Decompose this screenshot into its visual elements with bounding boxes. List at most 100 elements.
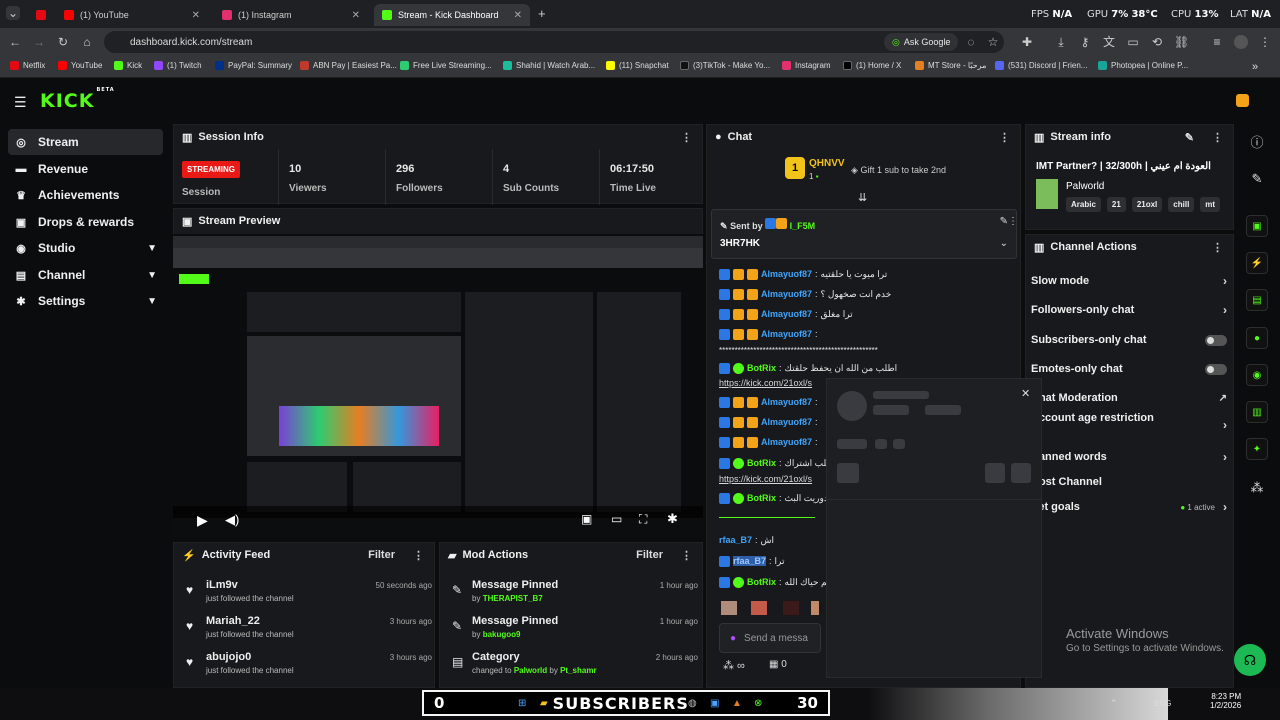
- kebab-menu-icon[interactable]: ⋮: [999, 131, 1010, 144]
- emote-icon[interactable]: [721, 601, 737, 615]
- bookmark[interactable]: MT Store - مرحبًا: [915, 61, 986, 70]
- xbox-icon[interactable]: ⊗: [754, 698, 762, 709]
- reload-icon[interactable]: ↻: [56, 35, 70, 49]
- pin-action-icon[interactable]: ✎: [1000, 216, 1008, 227]
- taskbar-app-icon[interactable]: ▣: [710, 698, 719, 709]
- taskbar-app-icon[interactable]: ▲: [732, 698, 742, 709]
- pip-icon[interactable]: ▣: [581, 512, 592, 526]
- bookmark[interactable]: Instagram: [782, 61, 831, 70]
- chat-username[interactable]: Almayuof87: [761, 309, 812, 319]
- bookmark[interactable]: YouTube: [58, 61, 102, 70]
- emote-icon[interactable]: [811, 601, 819, 615]
- bookmark[interactable]: (1) Twitch: [154, 61, 202, 70]
- notification-icon[interactable]: [1236, 94, 1249, 107]
- kebab-menu-icon[interactable]: ⋮: [1008, 216, 1018, 227]
- folder-icon[interactable]: ▰: [540, 698, 548, 709]
- community-icon[interactable]: ⁂: [1240, 471, 1274, 505]
- action-emotes-only[interactable]: Emotes-only chat: [1031, 359, 1227, 379]
- close-icon[interactable]: ✕: [192, 10, 200, 21]
- sidebar-item-revenue[interactable]: ▬ Revenue: [8, 156, 163, 182]
- bookmark[interactable]: Photopea | Online P...: [1098, 61, 1188, 70]
- top-gifter-name[interactable]: QHNVV: [809, 158, 845, 169]
- new-tab-button[interactable]: +: [538, 6, 546, 21]
- stream-preview-video[interactable]: ▶ ◀) ▣ ▭ ⛶ ✱: [173, 236, 703, 538]
- emote-icon[interactable]: [751, 601, 767, 615]
- tab-youtube[interactable]: (1) YouTube ✕: [56, 4, 208, 26]
- support-headset-icon[interactable]: ☊: [1234, 644, 1266, 676]
- start-icon[interactable]: ⊞: [518, 698, 526, 709]
- sidebar-item-achievements[interactable]: ♛ Achievements: [8, 182, 163, 208]
- tag[interactable]: 21: [1106, 197, 1126, 212]
- kebab-menu-icon[interactable]: ⋮: [1212, 131, 1223, 144]
- close-icon[interactable]: ✕: [514, 10, 522, 21]
- bookmark[interactable]: Free Live Streaming...: [400, 61, 492, 70]
- chat-username[interactable]: BotRix: [747, 458, 776, 468]
- sidebar-item-studio[interactable]: ◉ Studio ▼: [8, 235, 163, 261]
- key-icon[interactable]: ⚷: [1078, 35, 1092, 49]
- mod-user[interactable]: THERAPIST_B7: [483, 594, 543, 603]
- chat-username[interactable]: rfaa_B7: [719, 535, 752, 545]
- action-banned-words[interactable]: Banned words ›: [1031, 447, 1227, 467]
- card-icon[interactable]: ▭: [1126, 35, 1140, 49]
- tab-search-icon[interactable]: ⌄: [6, 6, 20, 20]
- taskbar-app-icon[interactable]: ◍: [688, 698, 697, 709]
- category-name[interactable]: Palworld: [1066, 181, 1104, 192]
- mod-user[interactable]: Pt_shamr: [560, 666, 596, 675]
- wrench-icon[interactable]: ✦: [1246, 438, 1268, 460]
- bookmark[interactable]: ABN Pay | Easiest Pa...: [300, 61, 397, 70]
- list-icon[interactable]: ▥: [1246, 401, 1268, 423]
- bookmark[interactable]: Kick: [114, 61, 142, 70]
- mod-user[interactable]: bakugoo9: [483, 630, 521, 639]
- address-bar[interactable]: dashboard.kick.com/stream: [104, 31, 1004, 53]
- language-indicator[interactable]: ENG: [1154, 699, 1171, 708]
- chat-username[interactable]: Almayuof87: [761, 397, 812, 407]
- chat-username[interactable]: BotRix: [747, 493, 776, 503]
- bookmark[interactable]: PayPal: Summary: [215, 61, 292, 70]
- gift-cta[interactable]: ◈ Gift 1 sub to take 2nd: [851, 165, 946, 176]
- theater-icon[interactable]: ▭: [611, 512, 622, 526]
- chat-username[interactable]: Almayuof87: [761, 437, 812, 447]
- sidebar-item-settings[interactable]: ✱ Settings ▼: [8, 288, 163, 314]
- sidebar-item-channel[interactable]: ▤ Channel ▼: [8, 262, 163, 288]
- toggle-switch[interactable]: [1205, 363, 1227, 375]
- kebab-menu-icon[interactable]: ⋮: [1258, 35, 1272, 49]
- chat-link-text[interactable]: https://kick.com/21oxl/s: [719, 474, 812, 484]
- pencil-icon[interactable]: ✎: [1240, 162, 1274, 196]
- filter-button[interactable]: Filter: [368, 549, 395, 561]
- link-icon[interactable]: ⛓: [1174, 35, 1189, 49]
- toggle-switch[interactable]: [1205, 334, 1227, 346]
- chat-username[interactable]: BotRix: [747, 577, 776, 587]
- chat-username[interactable]: Almayuof87: [761, 289, 812, 299]
- history-icon[interactable]: ⟲: [1150, 35, 1164, 49]
- tag[interactable]: mt: [1200, 197, 1221, 212]
- download-icon[interactable]: ⤓: [1054, 35, 1068, 49]
- kebab-menu-icon[interactable]: ⋮: [413, 549, 424, 562]
- document-icon[interactable]: ▤: [1246, 289, 1268, 311]
- edit-icon[interactable]: ✎: [1185, 131, 1194, 144]
- fullscreen-icon[interactable]: ⛶: [639, 512, 647, 527]
- profile-avatar[interactable]: [1234, 35, 1248, 49]
- translate-icon[interactable]: 文: [1102, 35, 1116, 49]
- bookmark[interactable]: (531) Discord | Frien...: [995, 61, 1087, 70]
- chat-username[interactable]: BotRix: [747, 363, 776, 373]
- clock[interactable]: 8:23 PM 1/2/2026: [1210, 692, 1241, 710]
- star-icon[interactable]: ☆: [986, 35, 1000, 49]
- eye-off-icon[interactable]: ◌: [964, 35, 978, 49]
- pinned-user[interactable]: I_F5M: [790, 221, 816, 231]
- hamburger-icon[interactable]: ☰: [14, 94, 27, 111]
- action-followers-only[interactable]: Followers-only chat ›: [1031, 300, 1227, 320]
- tab-instagram[interactable]: (1) Instagram ✕: [214, 4, 368, 26]
- close-icon[interactable]: ✕: [352, 10, 360, 21]
- action-set-goals[interactable]: Set goals ● 1 active ›: [1031, 497, 1227, 517]
- back-icon[interactable]: ←: [8, 35, 22, 49]
- chat-link-text[interactable]: https://kick.com/21oxl/s: [719, 378, 812, 388]
- home-icon[interactable]: ⌂: [80, 35, 94, 49]
- tray-up-icon[interactable]: ⌃: [1110, 698, 1118, 709]
- forward-icon[interactable]: →: [32, 35, 46, 49]
- broadcast-icon[interactable]: ◉: [1246, 364, 1268, 386]
- bookmark[interactable]: (3)TikTok - Make Yo...: [680, 61, 770, 70]
- emote-icon[interactable]: [783, 601, 799, 615]
- kebab-menu-icon[interactable]: ⋮: [681, 131, 692, 144]
- pinned-tab[interactable]: [28, 4, 54, 26]
- scroll-down-icon[interactable]: ⇊: [858, 191, 867, 204]
